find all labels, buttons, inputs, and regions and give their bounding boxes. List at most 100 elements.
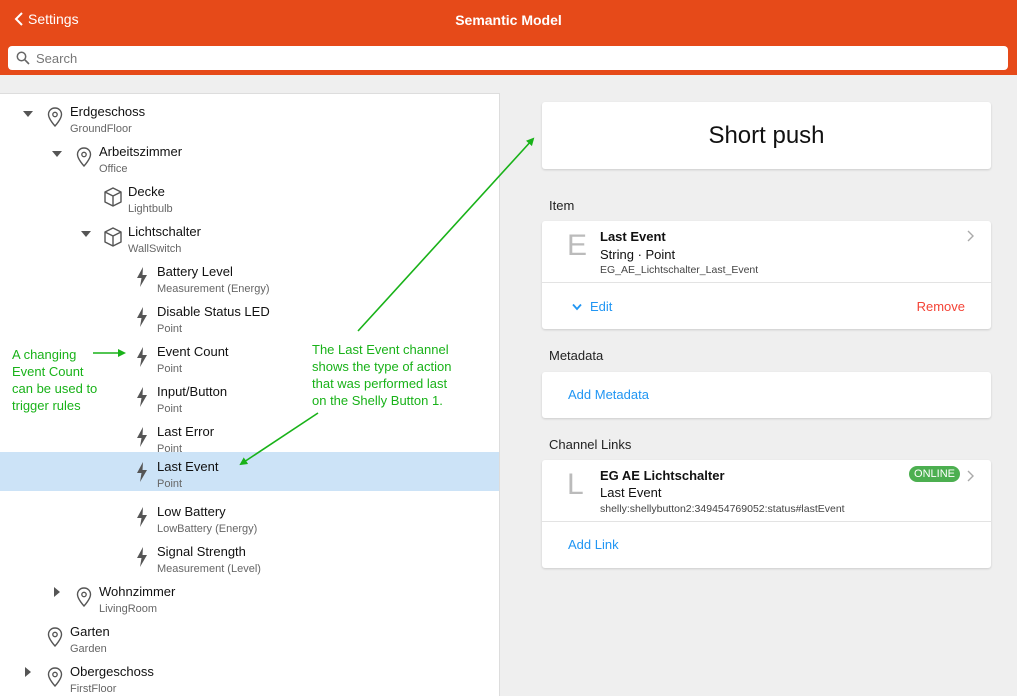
caret-right-icon[interactable] <box>22 666 34 678</box>
node-title: Arbeitszimmer <box>99 144 183 159</box>
node-title: Low Battery <box>157 504 226 519</box>
channel-links-section-heading: Channel Links <box>549 437 632 452</box>
item-card: E Last Event String · Point EG_AE_Lichts… <box>542 221 991 329</box>
annotation-line: on the Shelly Button 1. <box>312 393 443 408</box>
metadata-card: Add Metadata <box>542 372 991 418</box>
page-title: Semantic Model <box>455 12 562 28</box>
caret-down-icon[interactable] <box>22 108 34 120</box>
tree-node-signal-strength[interactable]: Signal Strength Measurement (Level) <box>0 539 499 579</box>
node-title: Erdgeschoss <box>70 104 146 119</box>
node-subtitle: Point <box>157 478 183 490</box>
location-pin-icon <box>76 147 92 168</box>
node-subtitle: LivingRoom <box>99 603 158 615</box>
bolt-icon <box>137 307 147 327</box>
add-link-button[interactable]: Add Link <box>568 537 619 552</box>
detail-title: Short push <box>708 121 825 149</box>
location-pin-icon <box>76 587 92 608</box>
search-icon <box>16 51 30 65</box>
node-subtitle: Measurement (Energy) <box>157 283 270 295</box>
tree-node-wohnzimmer[interactable]: Wohnzimmer LivingRoom <box>0 579 499 619</box>
item-section-heading: Item <box>549 198 575 213</box>
item-row[interactable]: E Last Event String · Point EG_AE_Lichts… <box>542 221 991 283</box>
node-subtitle: Point <box>157 403 183 415</box>
navbar: Settings Semantic Model <box>0 0 1017 42</box>
tree-node-obergeschoss[interactable]: Obergeschoss FirstFloor <box>0 659 499 696</box>
tree-node-disable-status-led[interactable]: Disable Status LED Point <box>0 299 499 339</box>
detail-title-card: Short push <box>542 102 991 169</box>
search-bar <box>0 42 1017 75</box>
tree-node-battery-level[interactable]: Battery Level Measurement (Energy) <box>0 259 499 299</box>
node-title: Signal Strength <box>157 544 246 559</box>
item-actions: Edit Remove <box>542 283 991 329</box>
item-type: String · Point <box>600 247 676 262</box>
link-thing: EG AE Lichtschalter <box>600 468 725 483</box>
tree-node-last-event[interactable]: Last Event Point <box>0 452 499 491</box>
annotation-center-note: The Last Event channel shows the type of… <box>312 341 451 409</box>
node-title: Wohnzimmer <box>99 584 176 599</box>
caret-down-icon[interactable] <box>51 148 63 160</box>
chevron-right-icon <box>967 230 974 242</box>
bolt-icon <box>137 347 147 367</box>
node-subtitle: Garden <box>70 643 107 655</box>
bolt-icon <box>137 387 147 407</box>
node-subtitle: Office <box>99 163 128 175</box>
node-subtitle: GroundFloor <box>70 123 132 135</box>
node-subtitle: WallSwitch <box>128 243 182 255</box>
detail-panel: Short push Item E Last Event String · Po… <box>501 93 1017 696</box>
item-id: EG_AE_Lichtschalter_Last_Event <box>600 264 759 276</box>
annotation-line: can be used to <box>12 381 98 396</box>
link-channel: Last Event <box>600 485 662 500</box>
link-uid: shelly:shellybutton2:349454769052:status… <box>600 503 845 515</box>
channel-link-row[interactable]: L EG AE Lichtschalter Last Event shelly:… <box>542 460 991 522</box>
node-title: Last Error <box>157 424 215 439</box>
tree-node-low-battery[interactable]: Low Battery LowBattery (Energy) <box>0 499 499 539</box>
annotation-line: shows the type of action <box>312 359 452 374</box>
item-letter-icon: E <box>567 229 588 262</box>
tree-node-lichtschalter[interactable]: Lichtschalter WallSwitch <box>0 219 499 259</box>
node-subtitle: LowBattery (Energy) <box>157 523 258 535</box>
link-letter-icon: L <box>567 468 584 501</box>
annotation-line: that was performed last <box>312 376 448 391</box>
bolt-icon <box>137 507 147 527</box>
node-subtitle: Point <box>157 323 183 335</box>
node-title: Event Count <box>157 344 229 359</box>
node-title: Last Event <box>157 459 219 474</box>
bolt-icon <box>137 267 147 287</box>
tree-node-decke[interactable]: Decke Lightbulb <box>0 179 499 219</box>
search-box <box>8 46 1008 70</box>
node-title: Input/Button <box>157 384 228 399</box>
edit-label: Edit <box>590 299 613 314</box>
bolt-icon <box>137 462 147 482</box>
annotation-line: trigger rules <box>12 398 81 413</box>
edit-button[interactable]: Edit <box>572 299 612 314</box>
annotation-line: Event Count <box>12 364 84 379</box>
remove-button[interactable]: Remove <box>917 299 965 314</box>
annotation-left-note: A changing Event Count can be used to tr… <box>12 346 97 414</box>
location-pin-icon <box>47 107 63 128</box>
bolt-icon <box>137 427 147 447</box>
search-input[interactable] <box>36 50 936 66</box>
channel-links-card: L EG AE Lichtschalter Last Event shelly:… <box>542 460 991 568</box>
node-subtitle: FirstFloor <box>70 683 117 695</box>
status-badge: ONLINE <box>909 466 960 482</box>
add-metadata-button[interactable]: Add Metadata <box>568 387 649 402</box>
tree-node-arbeitszimmer[interactable]: Arbeitszimmer Office <box>0 139 499 179</box>
chevron-right-icon <box>967 470 974 482</box>
annotation-line: The Last Event channel <box>312 342 449 357</box>
cube-icon <box>104 187 122 207</box>
node-title: Battery Level <box>157 264 233 279</box>
item-name: Last Event <box>600 229 666 244</box>
node-title: Garten <box>70 624 110 639</box>
location-pin-icon <box>47 667 63 688</box>
node-title: Obergeschoss <box>70 664 154 679</box>
node-subtitle: Lightbulb <box>128 203 173 215</box>
caret-down-icon[interactable] <box>80 228 92 240</box>
chevron-down-icon <box>572 303 582 310</box>
annotation-line: A changing <box>12 347 77 362</box>
tree-node-erdgeschoss[interactable]: Erdgeschoss GroundFloor <box>0 99 499 139</box>
node-title: Lichtschalter <box>128 224 201 239</box>
caret-right-icon[interactable] <box>51 586 63 598</box>
node-subtitle: Measurement (Level) <box>157 563 261 575</box>
tree-node-garten[interactable]: Garten Garden <box>0 619 499 659</box>
node-subtitle: Point <box>157 363 183 375</box>
